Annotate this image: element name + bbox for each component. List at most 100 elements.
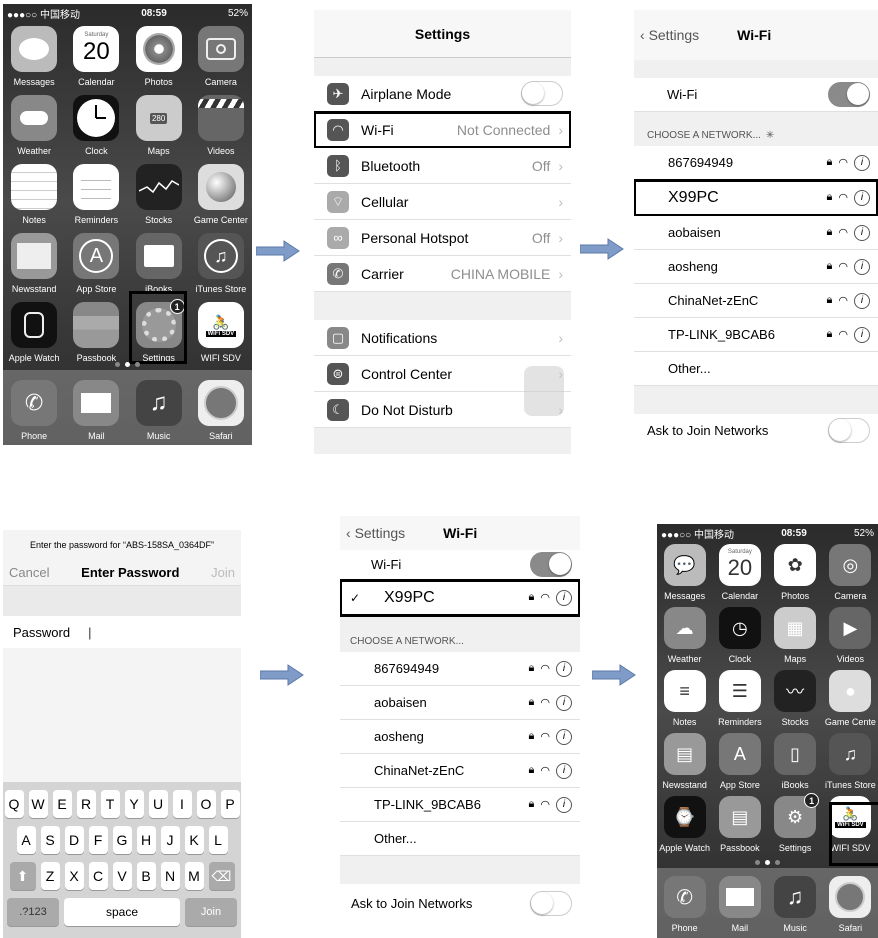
dock-phone[interactable]: ✆ Phone xyxy=(3,380,65,445)
cancel-button[interactable]: Cancel xyxy=(9,565,49,580)
join-button[interactable]: Join xyxy=(211,565,235,580)
row-wifi[interactable]: ◠ Wi-Fi Not Connected › xyxy=(314,111,571,149)
key-x[interactable]: X xyxy=(64,862,84,890)
app-apple-watch[interactable]: Apple Watch xyxy=(3,302,65,363)
key-d[interactable]: D xyxy=(64,826,84,854)
info-icon[interactable]: i xyxy=(556,728,572,745)
network-row[interactable]: ChinaNet-zEnC 🔒︎ ◠ i xyxy=(340,754,580,788)
app-camera[interactable]: ◎ Camera xyxy=(823,544,878,601)
wifi-toggle[interactable] xyxy=(530,552,572,577)
app-calendar[interactable]: Saturday 20 Calendar xyxy=(712,544,767,601)
dock-music[interactable]: ♫ Music xyxy=(128,380,190,445)
app-notes[interactable]: Notes xyxy=(3,164,65,225)
back-button[interactable]: ‹ Settings xyxy=(640,27,699,43)
other-network-row[interactable]: Other... xyxy=(340,822,580,856)
key-i[interactable]: I xyxy=(172,790,192,818)
app-passbook[interactable]: Passbook xyxy=(65,302,127,363)
key-s[interactable]: S xyxy=(40,826,60,854)
app-videos[interactable]: ▶ Videos xyxy=(823,607,878,664)
app-calendar[interactable]: Saturday 20 Calendar xyxy=(65,26,127,87)
info-icon[interactable]: i xyxy=(556,589,572,606)
app-reminders[interactable]: ☰ Reminders xyxy=(712,670,767,727)
other-network-row[interactable]: Other... xyxy=(634,352,878,386)
keyboard-join-key[interactable]: Join xyxy=(185,898,237,926)
dock-mail[interactable]: Mail xyxy=(712,876,767,938)
app-app-store[interactable]: A App Store xyxy=(712,733,767,790)
ask-to-join-row[interactable]: Ask to Join Networks xyxy=(634,414,878,444)
app-stocks[interactable]: 〰 Stocks xyxy=(768,670,823,727)
app-messages[interactable]: Messages xyxy=(3,26,65,87)
dock-safari[interactable]: Safari xyxy=(823,876,878,938)
numbers-key[interactable]: .?123 xyxy=(7,898,59,926)
key-p[interactable]: P xyxy=(220,790,240,818)
info-icon[interactable]: i xyxy=(556,762,572,779)
app-stocks[interactable]: Stocks xyxy=(128,164,190,225)
info-icon[interactable]: i xyxy=(854,326,870,343)
key-n[interactable]: N xyxy=(160,862,180,890)
app-notes[interactable]: ≡ Notes xyxy=(657,670,712,727)
row-airplane-mode[interactable]: ✈ Airplane Mode xyxy=(314,76,571,112)
row-carrier[interactable]: ✆ Carrier CHINA MOBILE › xyxy=(314,256,571,292)
wifi-toggle[interactable] xyxy=(828,82,870,107)
key-w[interactable]: W xyxy=(28,790,48,818)
back-button[interactable]: ‹ Settings xyxy=(346,525,405,541)
info-icon[interactable]: i xyxy=(854,224,870,241)
network-row[interactable]: aobaisen 🔒︎ ◠ i xyxy=(634,216,878,250)
key-j[interactable]: J xyxy=(160,826,180,854)
key-l[interactable]: L xyxy=(208,826,228,854)
key-u[interactable]: U xyxy=(148,790,168,818)
space-key[interactable]: space xyxy=(64,898,180,926)
key-o[interactable]: O xyxy=(196,790,216,818)
key-v[interactable]: V xyxy=(112,862,132,890)
app-reminders[interactable]: Reminders xyxy=(65,164,127,225)
app-watch[interactable]: ⌚ Apple Watch xyxy=(657,796,712,853)
row-personal-hotspot[interactable]: ∞ Personal Hotspot Off › xyxy=(314,220,571,256)
app-settings-gear[interactable]: ⚙ 1 Settings xyxy=(768,793,823,853)
key-f[interactable]: F xyxy=(88,826,108,854)
app-itunes[interactable]: ♫ iTunes Store xyxy=(823,733,878,790)
password-field[interactable]: Password | xyxy=(3,616,241,648)
dock-mail[interactable]: Mail xyxy=(65,380,127,445)
info-icon[interactable]: i xyxy=(854,154,870,171)
app-photos[interactable]: Photos xyxy=(128,26,190,87)
app-ibooks[interactable]: iBooks xyxy=(128,233,190,294)
app-camera[interactable]: Camera xyxy=(190,26,252,87)
app-weather[interactable]: ☁ Weather xyxy=(657,607,712,664)
app-ibooks[interactable]: ▯ iBooks xyxy=(768,733,823,790)
info-icon[interactable]: i xyxy=(556,796,572,813)
assistive-touch-button[interactable] xyxy=(524,366,564,416)
network-row[interactable]: ChinaNet-zEnC 🔒︎ ◠ i xyxy=(634,284,878,318)
app-newsstand[interactable]: Newsstand xyxy=(3,233,65,294)
ask-to-join-row[interactable]: Ask to Join Networks xyxy=(340,884,580,920)
info-icon[interactable]: i xyxy=(854,189,870,206)
app-newsstand[interactable]: ▤ Newsstand xyxy=(657,733,712,790)
app-weather[interactable]: Weather xyxy=(3,95,65,156)
app-passbook[interactable]: ▤ Passbook xyxy=(712,796,767,853)
key-k[interactable]: K xyxy=(184,826,204,854)
dock-phone[interactable]: ✆ Phone xyxy=(657,876,712,938)
row-bluetooth[interactable]: ᛒ Bluetooth Off › xyxy=(314,148,571,184)
app-game-center[interactable]: Game Center xyxy=(190,164,252,225)
info-icon[interactable]: i xyxy=(854,258,870,275)
key-q[interactable]: Q xyxy=(4,790,24,818)
network-row[interactable]: aosheng 🔒︎ ◠ i xyxy=(634,250,878,284)
info-icon[interactable]: i xyxy=(854,292,870,309)
network-row-selected[interactable]: X99PC 🔒︎ ◠ i xyxy=(634,179,878,217)
key-g[interactable]: G xyxy=(112,826,132,854)
info-icon[interactable]: i xyxy=(556,694,572,711)
network-row[interactable]: aobaisen 🔒︎ ◠ i xyxy=(340,686,580,720)
app-game-center[interactable]: ● Game Cente xyxy=(823,670,878,727)
dock-safari[interactable]: Safari xyxy=(190,380,252,445)
network-row[interactable]: 867694949 🔒︎ ◠ i xyxy=(634,146,878,180)
key-a[interactable]: A xyxy=(16,826,36,854)
wifi-toggle-row[interactable]: Wi-Fi xyxy=(340,550,580,580)
key-h[interactable]: H xyxy=(136,826,156,854)
key-c[interactable]: C xyxy=(88,862,108,890)
app-wifi-sdv[interactable]: 🚴 WiFi SDV WIFI SDV xyxy=(190,302,252,363)
key-r[interactable]: R xyxy=(76,790,96,818)
app-photos[interactable]: ✿ Photos xyxy=(768,544,823,601)
network-row[interactable]: 867694949 🔒︎ ◠ i xyxy=(340,652,580,686)
app-videos[interactable]: Videos xyxy=(190,95,252,156)
wifi-toggle-row[interactable]: Wi-Fi xyxy=(634,78,878,112)
network-row[interactable]: aosheng 🔒︎ ◠ i xyxy=(340,720,580,754)
